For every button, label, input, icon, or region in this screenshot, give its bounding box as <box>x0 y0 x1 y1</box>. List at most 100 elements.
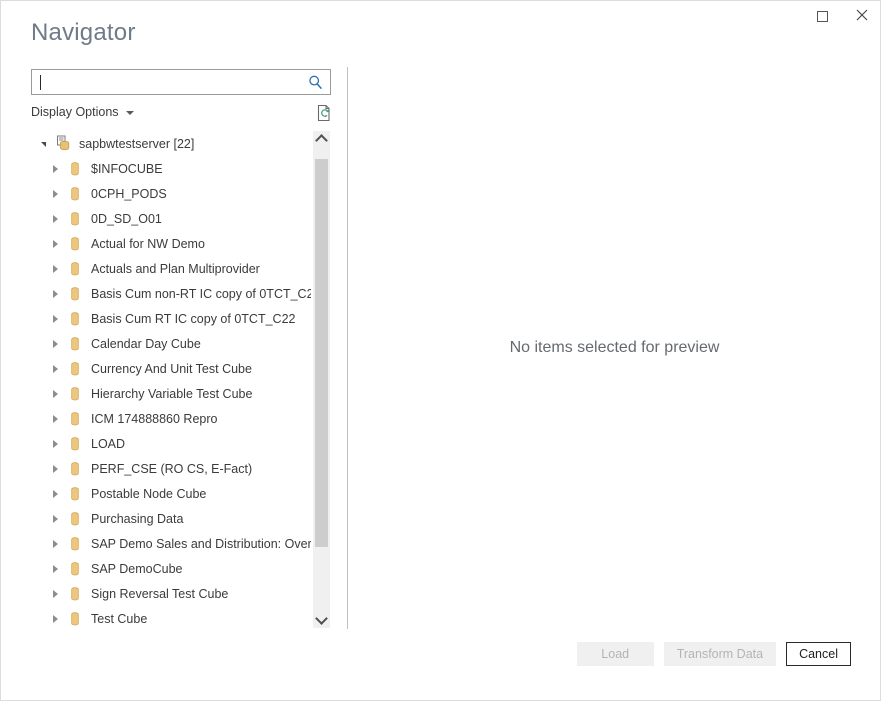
tree-item-label: ICM 174888860 Repro <box>91 412 217 426</box>
triangle-right-icon <box>53 215 58 223</box>
cube-icon <box>67 335 83 353</box>
cube-icon <box>67 210 83 228</box>
triangle-right-icon <box>53 565 58 573</box>
tree-row[interactable]: PERF_CSE (RO CS, E-Fact) <box>31 456 311 481</box>
collapse-toggle[interactable] <box>37 140 49 147</box>
expand-toggle[interactable] <box>49 265 61 273</box>
close-button[interactable] <box>842 1 881 31</box>
search-icon[interactable] <box>307 74 324 91</box>
transform-data-button: Transform Data <box>664 642 776 666</box>
tree-item-label: Purchasing Data <box>91 512 183 526</box>
tree-row[interactable]: Basis Cum RT IC copy of 0TCT_C22 <box>31 306 311 331</box>
tree-item-label: Basis Cum RT IC copy of 0TCT_C22 <box>91 312 295 326</box>
tree-item-label: LOAD <box>91 437 125 451</box>
expand-toggle[interactable] <box>49 390 61 398</box>
tree-row[interactable]: SAP Demo Sales and Distribution: Overvie… <box>31 531 311 556</box>
tree-row[interactable]: Calendar Day Cube <box>31 331 311 356</box>
search-input[interactable] <box>32 71 304 93</box>
triangle-right-icon <box>53 490 58 498</box>
expand-toggle[interactable] <box>49 290 61 298</box>
triangle-right-icon <box>53 340 58 348</box>
preview-pane: No items selected for preview <box>348 67 881 629</box>
cube-icon <box>67 435 83 453</box>
expand-toggle[interactable] <box>49 440 61 448</box>
triangle-right-icon <box>53 290 58 298</box>
tree-row[interactable]: 0CPH_PODS <box>31 181 311 206</box>
scrollbar-thumb[interactable] <box>315 159 328 547</box>
tree-row[interactable]: Currency And Unit Test Cube <box>31 356 311 381</box>
scroll-down-button[interactable] <box>313 611 330 628</box>
preview-empty-message: No items selected for preview <box>510 339 720 357</box>
triangle-right-icon <box>53 365 58 373</box>
close-icon <box>856 9 868 24</box>
expand-toggle[interactable] <box>49 515 61 523</box>
expand-toggle[interactable] <box>49 365 61 373</box>
display-options-dropdown[interactable]: Display Options <box>31 105 134 119</box>
tree-row[interactable]: Actuals and Plan Multiprovider <box>31 256 311 281</box>
tree-item-label: Postable Node Cube <box>91 487 206 501</box>
tree-row[interactable]: Actual for NW Demo <box>31 231 311 256</box>
expand-toggle[interactable] <box>49 165 61 173</box>
expand-toggle[interactable] <box>49 490 61 498</box>
tree-row-root[interactable]: sapbwtestserver [22] <box>31 131 311 156</box>
dialog-footer: Load Transform Data Cancel <box>1 629 880 700</box>
tree-row[interactable]: 0D_SD_O01 <box>31 206 311 231</box>
tree-item-label: Hierarchy Variable Test Cube <box>91 387 252 401</box>
load-button: Load <box>577 642 654 666</box>
tree-item-label: Currency And Unit Test Cube <box>91 362 252 376</box>
search-box[interactable] <box>31 69 331 95</box>
cube-icon <box>67 285 83 303</box>
cube-icon <box>67 510 83 528</box>
expand-toggle[interactable] <box>49 340 61 348</box>
tree-row[interactable]: ICM 174888860 Repro <box>31 406 311 431</box>
tree-row[interactable]: LOAD <box>31 431 311 456</box>
cube-icon <box>67 535 83 553</box>
expand-toggle[interactable] <box>49 415 61 423</box>
expand-toggle[interactable] <box>49 190 61 198</box>
expand-toggle[interactable] <box>49 565 61 573</box>
tree-item-label: Actual for NW Demo <box>91 237 205 251</box>
text-caret <box>40 75 41 90</box>
scroll-up-button[interactable] <box>313 131 330 148</box>
cube-icon <box>67 260 83 278</box>
tree-item-label: Actuals and Plan Multiprovider <box>91 262 260 276</box>
maximize-button[interactable] <box>802 1 842 31</box>
cube-icon <box>67 160 83 178</box>
tree-scrollbar[interactable] <box>313 131 330 628</box>
cancel-button[interactable]: Cancel <box>786 642 851 666</box>
cube-icon <box>67 185 83 203</box>
object-tree[interactable]: sapbwtestserver [22] $INFOCUBE 0CPH_PODS… <box>31 131 311 631</box>
cube-icon <box>67 310 83 328</box>
expand-toggle[interactable] <box>49 590 61 598</box>
expand-toggle[interactable] <box>49 315 61 323</box>
tree-item-label: 0CPH_PODS <box>91 187 167 201</box>
cube-icon <box>67 410 83 428</box>
chevron-down-icon <box>315 612 328 625</box>
triangle-right-icon <box>53 465 58 473</box>
triangle-right-icon <box>53 190 58 198</box>
tree-row[interactable]: Hierarchy Variable Test Cube <box>31 381 311 406</box>
tree-row[interactable]: Sign Reversal Test Cube <box>31 581 311 606</box>
cube-icon <box>67 560 83 578</box>
tree-row[interactable]: Basis Cum non-RT IC copy of 0TCT_C22 <box>31 281 311 306</box>
tree-row[interactable]: Postable Node Cube <box>31 481 311 506</box>
display-options-row: Display Options <box>31 103 333 127</box>
expand-toggle[interactable] <box>49 540 61 548</box>
triangle-right-icon <box>53 390 58 398</box>
triangle-right-icon <box>53 590 58 598</box>
expand-toggle[interactable] <box>49 240 61 248</box>
triangle-down-icon <box>41 142 46 147</box>
expand-toggle[interactable] <box>49 215 61 223</box>
tree-row[interactable]: Purchasing Data <box>31 506 311 531</box>
tree-row[interactable]: Test Cube <box>31 606 311 631</box>
tree-item-label: $INFOCUBE <box>91 162 163 176</box>
tree-children: $INFOCUBE 0CPH_PODS 0D_SD_O01 Actual for… <box>31 156 311 631</box>
tree-row[interactable]: SAP DemoCube <box>31 556 311 581</box>
expand-toggle[interactable] <box>49 615 61 623</box>
expand-toggle[interactable] <box>49 465 61 473</box>
refresh-document-icon[interactable] <box>315 103 335 123</box>
cube-icon <box>67 610 83 628</box>
tree-item-label: SAP Demo Sales and Distribution: Overvie… <box>91 537 311 551</box>
tree-root-label: sapbwtestserver [22] <box>79 137 194 151</box>
tree-row[interactable]: $INFOCUBE <box>31 156 311 181</box>
